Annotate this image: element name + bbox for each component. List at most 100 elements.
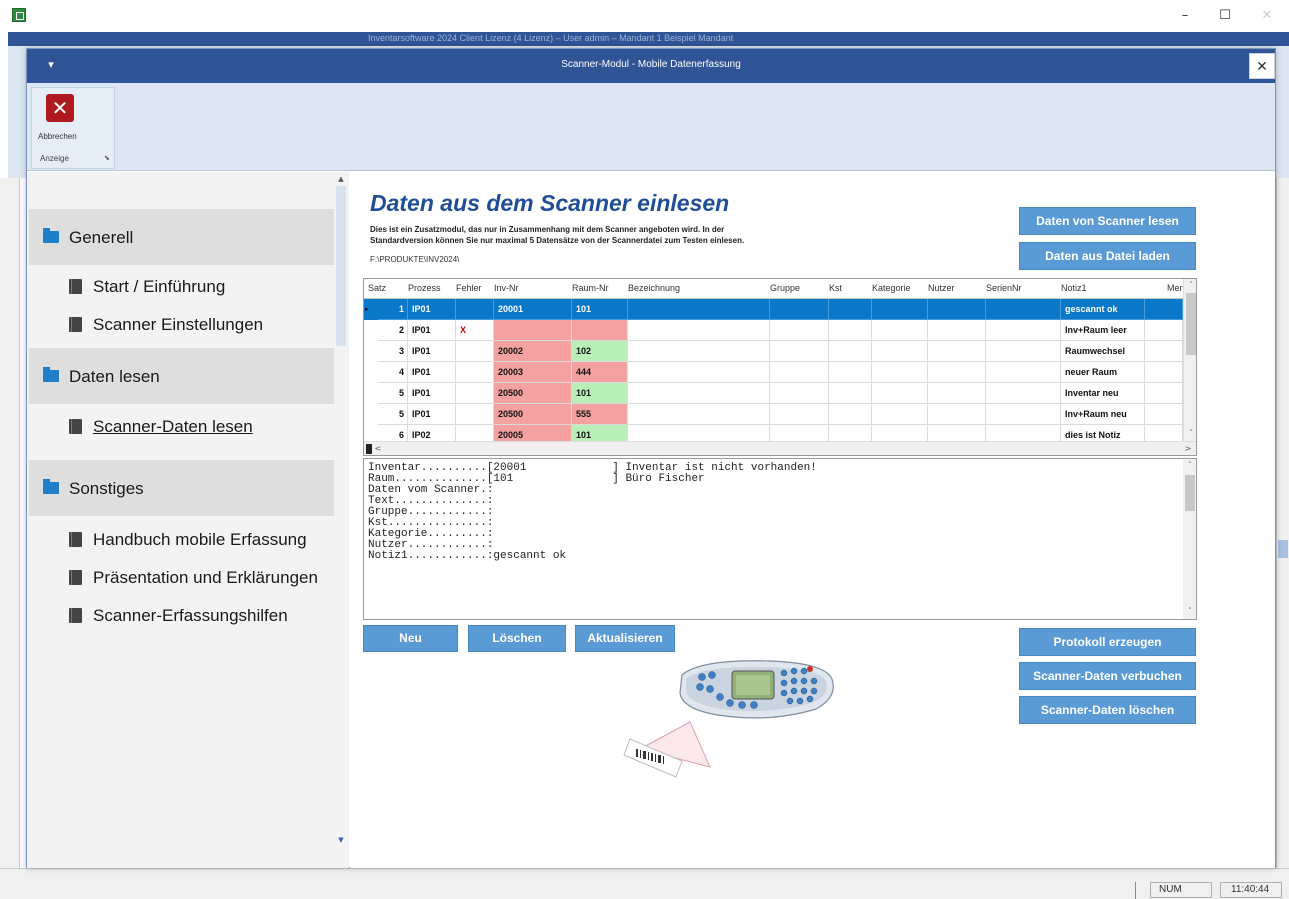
grid-cell-fehler[interactable] bbox=[456, 341, 494, 362]
grid-cell-prozess[interactable]: IP01 bbox=[408, 362, 456, 383]
grid-cell-kat[interactable] bbox=[872, 404, 928, 425]
scroll-down-icon[interactable]: ˅ bbox=[1184, 427, 1196, 439]
grid-horizontal-scrollbar[interactable]: < > bbox=[364, 441, 1196, 455]
scroll-left-icon[interactable]: < bbox=[372, 442, 384, 455]
grid-cell-gruppe[interactable] bbox=[770, 362, 829, 383]
grid-cell-fehler[interactable] bbox=[456, 383, 494, 404]
grid-cell-notiz[interactable]: gescannt ok bbox=[1061, 299, 1145, 320]
nav-section-sonstiges[interactable]: Sonstiges bbox=[29, 460, 334, 516]
grid-cell-notiz[interactable]: neuer Raum bbox=[1061, 362, 1145, 383]
grid-cell-raum[interactable]: 101 bbox=[572, 383, 628, 404]
close-button[interactable]: ✕ bbox=[1252, 6, 1282, 26]
grid-cell-prozess[interactable]: IP01 bbox=[408, 404, 456, 425]
grid-cell-kat[interactable] bbox=[872, 299, 928, 320]
column-header[interactable]: Satz bbox=[368, 283, 386, 293]
grid-cell-bez[interactable] bbox=[628, 320, 770, 341]
grid-cell-inv[interactable]: 20001 bbox=[494, 299, 572, 320]
grid-cell-satz[interactable]: 5 bbox=[378, 383, 408, 404]
column-header[interactable]: Inv-Nr bbox=[494, 283, 519, 293]
column-header[interactable]: Kategorie bbox=[872, 283, 911, 293]
grid-scroll-thumb[interactable] bbox=[1186, 293, 1196, 355]
column-header[interactable]: Raum-Nr bbox=[572, 283, 609, 293]
grid-cell-satz[interactable]: 5 bbox=[378, 404, 408, 425]
scroll-down-icon[interactable]: ▼ bbox=[336, 834, 346, 846]
grid-cell-satz[interactable]: 3 bbox=[378, 341, 408, 362]
nav-scroll-thumb[interactable] bbox=[336, 186, 346, 346]
grid-cell-bez[interactable] bbox=[628, 341, 770, 362]
grid-cell-kst[interactable] bbox=[829, 383, 872, 404]
nav-item-start[interactable]: Start / Einführung bbox=[29, 270, 334, 304]
grid-cell-nutzer[interactable] bbox=[928, 341, 986, 362]
grid-cell-serie[interactable] bbox=[986, 362, 1061, 383]
grid-cell-prozess[interactable]: IP01 bbox=[408, 299, 456, 320]
grid-cell-gruppe[interactable] bbox=[770, 383, 829, 404]
grid-cell-serie[interactable] bbox=[986, 383, 1061, 404]
column-header[interactable]: Notiz1 bbox=[1061, 283, 1087, 293]
grid-cell-notiz[interactable]: Inventar neu bbox=[1061, 383, 1145, 404]
grid-cell-gruppe[interactable] bbox=[770, 299, 829, 320]
grid-cell-bez[interactable] bbox=[628, 404, 770, 425]
delete-scanner-data-button[interactable]: Scanner-Daten löschen bbox=[1019, 696, 1196, 724]
scroll-up-icon[interactable]: ▲ bbox=[336, 174, 346, 184]
grid-cell-serie[interactable] bbox=[986, 404, 1061, 425]
grid-cell-men[interactable] bbox=[1145, 341, 1183, 362]
grid-cell-men[interactable] bbox=[1145, 320, 1183, 341]
create-log-button[interactable]: Protokoll erzeugen bbox=[1019, 628, 1196, 656]
table-row[interactable]: ▸ 1 IP01 20001 101 gescannt ok bbox=[364, 299, 1184, 320]
grid-cell-fehler[interactable] bbox=[456, 404, 494, 425]
grid-cell-nutzer[interactable] bbox=[928, 362, 986, 383]
grid-cell-kat[interactable] bbox=[872, 362, 928, 383]
table-row[interactable]: 5 IP01 20500 555 Inv+Raum neu bbox=[364, 404, 1184, 425]
grid-cell-men[interactable] bbox=[1145, 383, 1183, 404]
grid-cell-inv[interactable]: 20002 bbox=[494, 341, 572, 362]
grid-cell-inv[interactable]: 20003 bbox=[494, 362, 572, 383]
record-detail-box[interactable]: Inventar..........[20001 ] Inventar ist … bbox=[363, 458, 1197, 620]
grid-cell-notiz[interactable]: Inv+Raum neu bbox=[1061, 404, 1145, 425]
grid-cell-satz[interactable]: 4 bbox=[378, 362, 408, 383]
column-header[interactable]: Nutzer bbox=[928, 283, 955, 293]
scroll-up-icon[interactable]: ˄ bbox=[1184, 279, 1196, 291]
grid-cell-raum[interactable]: 555 bbox=[572, 404, 628, 425]
grid-cell-fehler[interactable] bbox=[456, 299, 494, 320]
nav-item-scanner-einstellungen[interactable]: Scanner Einstellungen bbox=[29, 308, 334, 342]
table-row[interactable]: 4 IP01 20003 444 neuer Raum bbox=[364, 362, 1184, 383]
column-header[interactable]: Men bbox=[1167, 283, 1185, 293]
grid-cell-notiz[interactable]: Inv+Raum leer bbox=[1061, 320, 1145, 341]
grid-cell-bez[interactable] bbox=[628, 299, 770, 320]
grid-cell-kst[interactable] bbox=[829, 320, 872, 341]
detail-scroll-thumb[interactable] bbox=[1185, 475, 1195, 511]
grid-cell-serie[interactable] bbox=[986, 341, 1061, 362]
grid-cell-prozess[interactable]: IP01 bbox=[408, 320, 456, 341]
grid-vertical-scrollbar[interactable]: ˄ ˅ bbox=[1183, 279, 1196, 441]
grid-cell-fehler[interactable] bbox=[456, 362, 494, 383]
column-header[interactable]: Kst bbox=[829, 283, 842, 293]
nav-item-handbuch[interactable]: Handbuch mobile Erfassung bbox=[29, 523, 334, 557]
minimize-button[interactable]: – bbox=[1170, 6, 1200, 26]
grid-cell-inv[interactable]: 20500 bbox=[494, 404, 572, 425]
read-scanner-button[interactable]: Daten von Scanner lesen bbox=[1019, 207, 1196, 235]
grid-cell-kat[interactable] bbox=[872, 383, 928, 404]
load-file-button[interactable]: Daten aus Datei laden bbox=[1019, 242, 1196, 270]
grid-cell-gruppe[interactable] bbox=[770, 341, 829, 362]
nav-item-scanner-daten-lesen[interactable]: Scanner-Daten lesen bbox=[29, 410, 334, 444]
grid-cell-nutzer[interactable] bbox=[928, 320, 986, 341]
app-right-scroll-thumb[interactable] bbox=[1278, 540, 1288, 558]
detail-scrollbar[interactable]: ˄ ˅ bbox=[1183, 459, 1196, 619]
nav-item-erfassungshilfen[interactable]: Scanner-Erfassungshilfen bbox=[29, 599, 334, 633]
grid-cell-kst[interactable] bbox=[829, 404, 872, 425]
grid-cell-inv[interactable] bbox=[494, 320, 572, 341]
column-header[interactable]: Prozess bbox=[408, 283, 441, 293]
grid-cell-serie[interactable] bbox=[986, 320, 1061, 341]
grid-cell-raum[interactable]: 101 bbox=[572, 299, 628, 320]
app-right-scrollbar[interactable] bbox=[1276, 178, 1289, 868]
grid-cell-gruppe[interactable] bbox=[770, 320, 829, 341]
nav-scrollbar[interactable]: ▲ ▼ bbox=[334, 174, 348, 854]
scroll-up-icon[interactable]: ˄ bbox=[1183, 459, 1196, 471]
grid-cell-kst[interactable] bbox=[829, 362, 872, 383]
grid-cell-gruppe[interactable] bbox=[770, 404, 829, 425]
grid-cell-satz[interactable]: 1 bbox=[378, 299, 408, 320]
maximize-button[interactable]: ☐ bbox=[1210, 6, 1240, 26]
grid-cell-satz[interactable]: 2 bbox=[378, 320, 408, 341]
grid-cell-nutzer[interactable] bbox=[928, 383, 986, 404]
grid-cell-kat[interactable] bbox=[872, 320, 928, 341]
